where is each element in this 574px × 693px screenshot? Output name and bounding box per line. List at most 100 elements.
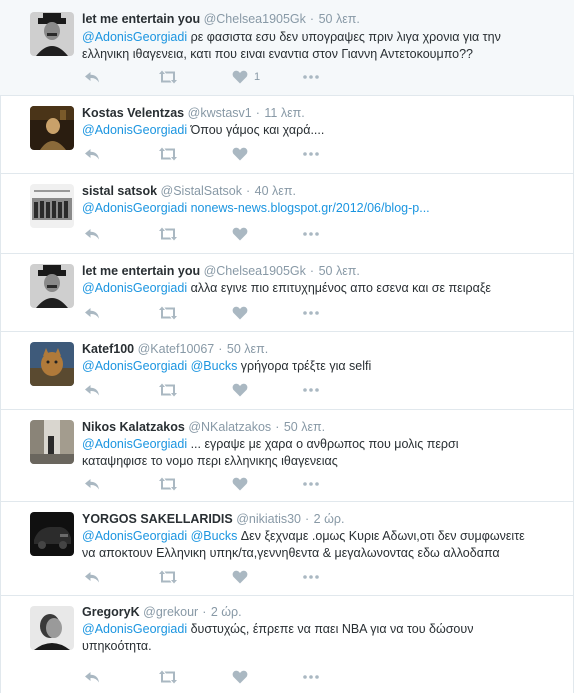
mention-link[interactable]: @Bucks [191,359,238,373]
author-name[interactable]: Kostas Velentzas [82,106,184,120]
author-handle[interactable]: @SistalSatsok [161,184,242,198]
author-handle[interactable]: @Chelsea1905Gk [204,12,306,26]
avatar[interactable] [30,512,74,556]
avatar[interactable] [30,264,74,308]
tweet-text: @AdonisGeorgiadi δυστυχώς, έπρεπε να παε… [82,622,474,653]
tweet-time[interactable]: 50 λεπ. [319,264,360,278]
tweet[interactable]: Kostas Velentzas @kwstasv1 · 11 λεπ. @Ado… [0,96,574,174]
author-name[interactable]: let me entertain you [82,12,200,26]
author-name[interactable]: sistal satsok [82,184,157,198]
reply-icon[interactable] [84,69,100,85]
mention-link[interactable]: @Bucks [191,529,238,543]
more-icon[interactable] [302,382,320,398]
more-icon[interactable] [302,476,320,492]
tweet-text: @AdonisGeorgiadi @Bucks Δεν ξεχναμε .ομω… [82,529,525,560]
avatar[interactable] [30,420,74,464]
tweet-actions [82,569,342,585]
avatar[interactable] [30,106,74,150]
retweet-icon[interactable] [158,669,178,685]
author-handle[interactable]: @kwstasv1 [188,106,252,120]
reply-icon[interactable] [84,669,100,685]
mention-link[interactable]: @AdonisGeorgiadi [82,30,187,44]
tweet-time[interactable]: 40 λεπ. [255,184,296,198]
tweet-actions [82,305,342,321]
tweet[interactable]: let me entertain you @Chelsea1905Gk · 50 … [0,0,574,96]
heart-icon[interactable] [232,69,248,85]
reply-icon[interactable] [84,226,100,242]
tweet-actions [82,669,342,685]
tweet-time[interactable]: 2 ώρ. [211,605,242,619]
mention-link[interactable]: @AdonisGeorgiadi [82,281,187,295]
tweet-time[interactable]: 11 λεπ. [264,106,304,120]
author-name[interactable]: let me entertain you [82,264,200,278]
like-count: 1 [254,71,261,83]
tweet-time[interactable]: 50 λεπ. [319,12,360,26]
author-handle[interactable]: @NKalatzakos [188,420,271,434]
heart-icon[interactable] [232,569,248,585]
author-name[interactable]: Katef100 [82,342,134,356]
tweet-text: @AdonisGeorgiadi @Bucks γρήγορα τρέξτε γ… [82,359,372,373]
avatar[interactable] [30,12,74,56]
tweet-actions [82,146,342,162]
mention-link[interactable]: @AdonisGeorgiadi [82,123,187,137]
avatar[interactable] [30,184,74,228]
mention-link[interactable]: @AdonisGeorgiadi [82,201,187,215]
avatar[interactable] [30,606,74,650]
tweet-text: @AdonisGeorgiadi nonews-news.blogspot.gr… [82,200,542,217]
more-icon[interactable] [302,669,320,685]
author-name[interactable]: YORGOS SAKELLARIDIS [82,512,233,526]
author-handle[interactable]: @grekour [143,605,198,619]
reply-icon[interactable] [84,569,100,585]
more-icon[interactable] [302,146,320,162]
more-icon[interactable] [302,569,320,585]
author-handle[interactable]: @Katef10067 [138,342,215,356]
author-name[interactable]: GregoryK [82,605,140,619]
tweet[interactable]: sistal satsok @SistalSatsok · 40 λεπ. @Ad… [0,174,574,254]
heart-icon[interactable] [232,382,248,398]
tweet-actions: 1 [82,69,342,85]
retweet-icon[interactable] [158,69,178,85]
tweet-time[interactable]: 2 ώρ. [314,512,345,526]
reply-icon[interactable] [84,476,100,492]
more-icon[interactable] [302,305,320,321]
reply-icon[interactable] [84,146,100,162]
tweet-text: @AdonisGeorgiadi ρε φασιστα εσυ δεν υπογ… [82,30,501,61]
external-link[interactable]: nonews-news.blogspot.gr/2012/06/blog-p..… [191,201,430,215]
reply-icon[interactable] [84,382,100,398]
retweet-icon[interactable] [158,305,178,321]
heart-icon[interactable] [232,476,248,492]
tweet-time[interactable]: 50 λεπ. [284,420,325,434]
author-handle[interactable]: @nikiatis30 [236,512,301,526]
author-name[interactable]: Nikos Kalatzakos [82,420,185,434]
mention-link[interactable]: @AdonisGeorgiadi [82,622,187,636]
tweet-time[interactable]: 50 λεπ. [227,342,268,356]
tweet-text: @AdonisGeorgiadi Όπου γάμος και χαρά.... [82,123,325,137]
reply-icon[interactable] [84,305,100,321]
mention-link[interactable]: @AdonisGeorgiadi [82,529,187,543]
heart-icon[interactable] [232,146,248,162]
tweet[interactable]: Nikos Kalatzakos @NKalatzakos · 50 λεπ. @… [0,410,574,502]
more-icon[interactable] [302,226,320,242]
tweet[interactable]: Katef100 @Katef10067 · 50 λεπ. @AdonisGeo… [0,332,574,410]
mention-link[interactable]: @AdonisGeorgiadi [82,437,187,451]
heart-icon[interactable] [232,305,248,321]
heart-icon[interactable] [232,669,248,685]
retweet-icon[interactable] [158,476,178,492]
more-icon[interactable] [302,69,320,85]
tweet-actions [82,382,342,398]
tweet[interactable]: YORGOS SAKELLARIDIS @nikiatis30 · 2 ώρ. @… [0,502,574,596]
retweet-icon[interactable] [158,226,178,242]
retweet-icon[interactable] [158,569,178,585]
retweet-icon[interactable] [158,382,178,398]
tweet-text: @AdonisGeorgiadi αλλα εγινε πιο επιτυχημ… [82,281,491,295]
retweet-icon[interactable] [158,146,178,162]
tweet[interactable]: let me entertain you @Chelsea1905Gk · 50 … [0,254,574,332]
mention-link[interactable]: @AdonisGeorgiadi [82,359,187,373]
tweet[interactable]: GregoryK @grekour · 2 ώρ. @AdonisGeorgiad… [0,596,574,693]
author-handle[interactable]: @Chelsea1905Gk [204,264,306,278]
avatar[interactable] [30,342,74,386]
heart-icon[interactable] [232,226,248,242]
tweet-text: @AdonisGeorgiadi ... εγραψε με χαρα ο αν… [82,437,459,468]
tweet-actions [82,226,342,242]
tweet-actions [82,476,342,492]
